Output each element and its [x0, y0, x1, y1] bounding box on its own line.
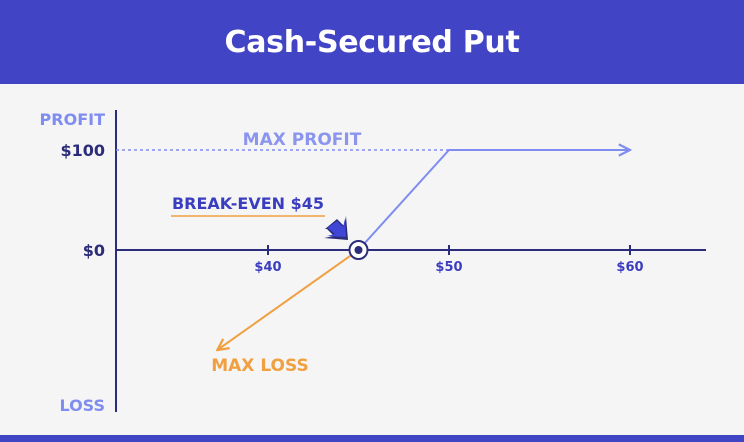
breakeven-label: BREAK-EVEN $45 [172, 194, 324, 213]
loss-series-line [217, 249, 360, 350]
max-loss-label: MAX LOSS [211, 356, 309, 376]
breakeven-point-marker [348, 240, 369, 260]
y-axis-loss-label: LOSS [59, 396, 105, 415]
x-tick-label-60: $60 [616, 260, 643, 275]
x-tick-label-40: $40 [254, 260, 281, 275]
breakeven-pointer-arrow-icon [324, 216, 348, 240]
max-profit-label: MAX PROFIT [243, 130, 362, 150]
y-axis-profit-label: PROFIT [40, 110, 106, 129]
y-tick-label-100: $100 [60, 141, 105, 160]
profit-series-line [357, 150, 631, 251]
footer-bar [0, 435, 744, 442]
y-tick-label-0: $0 [83, 241, 105, 260]
x-tick-label-50: $50 [435, 260, 462, 275]
payoff-chart: PROFIT LOSS $100 $0 $40 $50 $60 MAX PROF… [40, 110, 706, 415]
